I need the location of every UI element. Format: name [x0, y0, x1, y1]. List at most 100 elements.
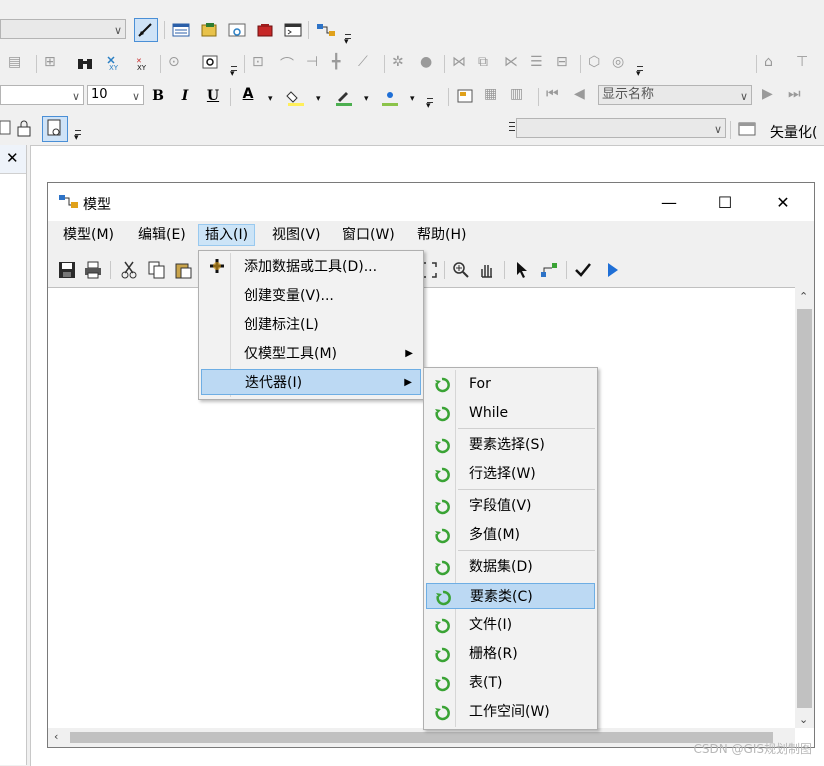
zoom-window-icon[interactable]	[202, 55, 220, 71]
menu-item-iterator-feature-selection[interactable]: 要素选择(S)	[426, 432, 595, 458]
vectorize-label[interactable]: 矢量化(	[770, 122, 817, 142]
model-window-titlebar[interactable]: 模型 — ☐ ✕	[48, 183, 814, 221]
print-icon[interactable]	[84, 261, 102, 279]
toolbar-overflow-icon-5[interactable]: ▾	[74, 124, 82, 143]
rotate-icon: ⟋	[358, 54, 368, 70]
font-color-button[interactable]: A	[238, 84, 258, 104]
menu-item-iterator-raster[interactable]: 栅格(R)	[426, 641, 595, 667]
menu-insert[interactable]: 插入(I)	[198, 224, 256, 246]
font-name-combo[interactable]: ∨	[0, 85, 84, 105]
measure-icon: ⊙	[168, 54, 180, 70]
first-icon: ⏮	[546, 86, 559, 102]
validate-icon[interactable]	[574, 261, 592, 277]
last-icon: ⏭	[788, 86, 801, 102]
identify-xy-icon[interactable]: ✕ XY	[134, 55, 152, 72]
close-panel-icon[interactable]: ✕	[6, 149, 19, 167]
add-connection-icon[interactable]	[540, 261, 558, 277]
save-icon[interactable]	[58, 261, 76, 278]
menu-item-create-variable[interactable]: 创建变量(V)...	[201, 283, 421, 309]
italic-button[interactable]: I	[175, 86, 195, 106]
toolbar-grip	[508, 120, 516, 136]
target-layer-combo[interactable]: ∨	[516, 118, 726, 138]
menu-edit[interactable]: 编辑(E)	[132, 225, 192, 245]
menu-help[interactable]: 帮助(H)	[411, 225, 472, 245]
binoculars-icon[interactable]	[76, 55, 94, 71]
vectorize-window-icon[interactable]	[738, 121, 756, 137]
bold-button[interactable]: B	[148, 86, 168, 106]
menu-view[interactable]: 视图(V)	[266, 225, 327, 245]
table-icon[interactable]	[172, 22, 190, 38]
menu-item-iterator-multi-value[interactable]: 多值(M)	[426, 522, 595, 548]
edit-tool-icon[interactable]	[134, 18, 158, 42]
iterator-icon	[434, 498, 450, 515]
cut-icon[interactable]	[120, 261, 138, 279]
menu-item-label: For	[469, 376, 491, 392]
iterator-icon	[434, 376, 450, 393]
iterator-icon	[434, 646, 450, 663]
menu-item-iterator-dataset[interactable]: 数据集(D)	[426, 554, 595, 580]
toolbar-overflow-icon-4[interactable]: ▾	[426, 92, 434, 111]
label-field-combo[interactable]: 显示名称 ∨	[598, 85, 752, 105]
maximize-button[interactable]: ☐	[702, 189, 748, 217]
python-window-icon[interactable]	[284, 22, 302, 38]
font-size-value: 10	[91, 87, 108, 102]
menu-item-iterators[interactable]: 迭代器(I) ▶	[201, 369, 421, 395]
iterator-icon	[434, 559, 450, 576]
menu-item-label: 文件(I)	[469, 617, 513, 633]
minimize-button[interactable]: —	[646, 189, 692, 217]
lock-page-icon[interactable]	[16, 120, 34, 137]
menu-item-add-data-or-tool[interactable]: 添加数据或工具(D)...	[201, 254, 421, 280]
toolbar-overflow-icon[interactable]: ▾	[344, 28, 352, 47]
close-button[interactable]: ✕	[760, 189, 806, 217]
submenu-arrow-icon: ▶	[405, 348, 413, 359]
previous-icon: ◀	[574, 86, 585, 102]
menu-item-label: While	[469, 405, 509, 421]
line-color-icon[interactable]	[334, 88, 352, 106]
go-to-xy-icon[interactable]: XY	[106, 55, 124, 72]
toolbar-overflow-icon-2[interactable]: ▾	[230, 60, 238, 79]
menu-item-create-label[interactable]: 创建标注(L)	[201, 312, 421, 338]
menu-item-label: 创建标注(L)	[244, 317, 319, 333]
iterator-icon	[435, 589, 451, 606]
comment-icon: ▤	[8, 54, 22, 70]
zoom-in-icon[interactable]	[452, 261, 470, 278]
paste-icon[interactable]	[174, 261, 192, 279]
menu-item-iterator-while[interactable]: While	[426, 400, 595, 426]
toolbar-combo-1[interactable]: ∨	[0, 19, 126, 39]
menu-item-iterator-row-selection[interactable]: 行选择(W)	[426, 461, 595, 487]
split-icon: ⊣	[306, 54, 319, 70]
copy-icon[interactable]	[148, 261, 166, 279]
pan-icon[interactable]	[478, 261, 496, 278]
generalize-icon: ☰	[530, 54, 543, 70]
horizontal-scrollbar[interactable]: ‹	[48, 728, 795, 747]
page-setup-icon[interactable]	[42, 116, 68, 142]
tile-icon: ⊟	[556, 54, 568, 70]
toolbar-overflow-icon-3[interactable]: ▾	[636, 60, 644, 79]
menu-item-iterator-workspace[interactable]: 工作空间(W)	[426, 699, 595, 725]
menu-item-label: 数据集(D)	[469, 559, 533, 575]
select-icon[interactable]	[514, 261, 532, 278]
iterator-icon	[434, 437, 450, 454]
menu-item-iterator-feature-class[interactable]: 要素类(C)	[426, 583, 595, 609]
marker-color-icon[interactable]	[380, 88, 398, 106]
catalog-icon[interactable]	[200, 22, 218, 38]
menu-window[interactable]: 窗口(W)	[336, 225, 401, 245]
label-manager-icon[interactable]	[456, 88, 474, 104]
menu-item-iterator-field-value[interactable]: 字段值(V)	[426, 493, 595, 519]
menu-model[interactable]: 模型(M)	[57, 225, 120, 245]
font-size-combo[interactable]: 10 ∨	[87, 85, 144, 105]
menu-item-iterator-for[interactable]: For	[426, 371, 595, 397]
watermark: CSDN @GIS规划制图	[693, 742, 812, 756]
menu-item-label: 表(T)	[469, 675, 503, 691]
menu-item-iterator-table[interactable]: 表(T)	[426, 670, 595, 696]
menu-item-iterator-file[interactable]: 文件(I)	[426, 612, 595, 638]
underline-button[interactable]: U	[203, 86, 223, 106]
fill-color-icon[interactable]	[286, 88, 304, 106]
vertical-scrollbar[interactable]: ⌃ ⌄	[795, 287, 814, 728]
search-window-icon[interactable]	[228, 22, 246, 38]
snapping-icon: ✲	[392, 54, 404, 70]
arctoolbox-icon[interactable]	[256, 22, 274, 38]
run-icon[interactable]	[604, 261, 622, 277]
modelbuilder-icon[interactable]	[316, 22, 335, 38]
menu-item-model-only-tools[interactable]: 仅模型工具(M) ▶	[201, 341, 421, 367]
